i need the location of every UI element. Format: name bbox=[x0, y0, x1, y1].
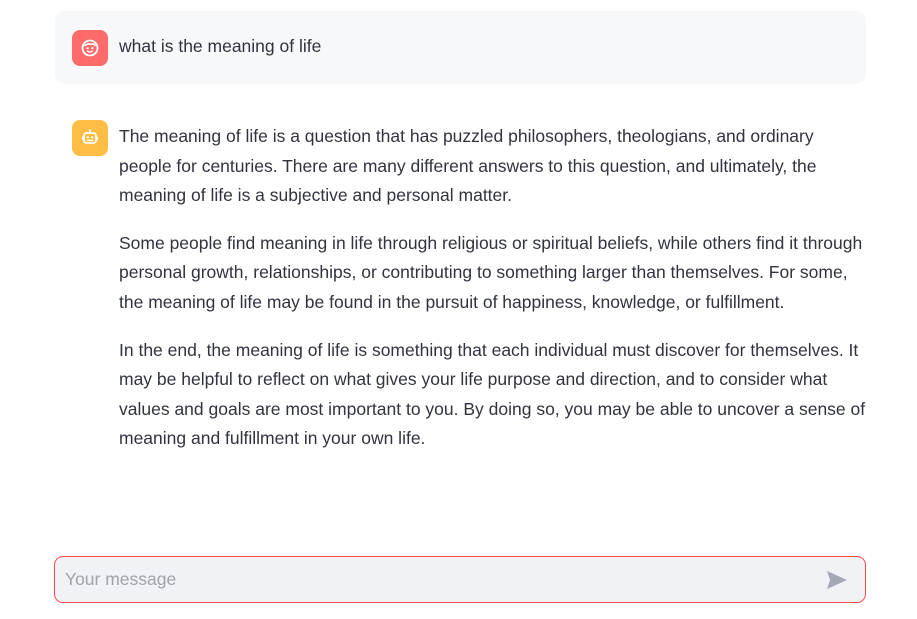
assistant-paragraph: The meaning of life is a question that h… bbox=[119, 126, 817, 206]
assistant-message: The meaning of life is a question that h… bbox=[55, 120, 866, 472]
chat-page: what is the meaning of life The meaning … bbox=[0, 0, 917, 619]
send-button[interactable] bbox=[817, 560, 857, 600]
robot-icon bbox=[82, 129, 98, 144]
face-icon bbox=[81, 39, 99, 57]
user-message: what is the meaning of life bbox=[55, 11, 866, 84]
chat-message-input[interactable] bbox=[55, 557, 817, 602]
assistant-message-text: The meaning of life is a question that h… bbox=[119, 122, 866, 472]
assistant-paragraph: In the end, the meaning of life is somet… bbox=[119, 339, 866, 449]
chat-input-container bbox=[54, 556, 866, 603]
send-icon bbox=[827, 570, 847, 589]
user-message-text: what is the meaning of life bbox=[119, 36, 322, 56]
user-avatar bbox=[72, 30, 108, 66]
assistant-avatar bbox=[72, 120, 108, 156]
assistant-paragraph: Some people find meaning in life through… bbox=[119, 232, 863, 312]
